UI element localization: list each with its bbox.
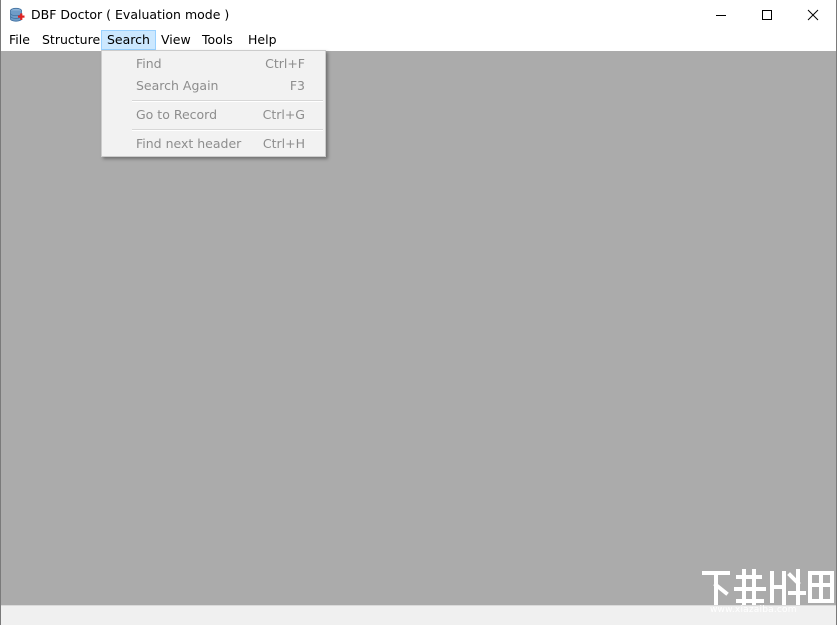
maximize-button[interactable] (744, 0, 790, 30)
menu-separator (132, 100, 323, 102)
menu-bar: File Structure Search View Tools Help (1, 30, 836, 50)
watermark-text: www.xiazaiba.com (710, 605, 797, 615)
xiazaiba-logo-icon (702, 569, 834, 605)
menu-view[interactable]: View (155, 30, 197, 50)
watermark: www.xiazaiba.com (698, 567, 837, 625)
menu-item-go-to-record[interactable]: Go to Record Ctrl+G (102, 104, 325, 126)
close-icon (807, 9, 819, 21)
menu-item-label: Find (136, 56, 162, 71)
menu-search[interactable]: Search (101, 30, 156, 50)
menu-structure[interactable]: Structure (36, 30, 106, 50)
minimize-icon (716, 15, 726, 16)
menu-item-label: Search Again (136, 78, 219, 93)
database-icon[interactable] (9, 7, 25, 23)
menu-help[interactable]: Help (242, 30, 283, 50)
menu-item-shortcut: Ctrl+G (262, 107, 305, 122)
menu-item-shortcut: Ctrl+H (262, 136, 305, 151)
menu-item-shortcut: F3 (289, 78, 305, 93)
maximize-icon (762, 10, 772, 20)
menu-item-find-next-header[interactable]: Find next header Ctrl+H (102, 133, 325, 155)
menu-tools[interactable]: Tools (196, 30, 239, 50)
title-bar[interactable]: DBF Doctor ( Evaluation mode ) (1, 0, 836, 30)
menu-item-search-again[interactable]: Search Again F3 (102, 75, 325, 97)
menu-item-label: Go to Record (136, 107, 218, 122)
menu-file[interactable]: File (3, 30, 36, 50)
minimize-button[interactable] (698, 0, 744, 30)
menu-separator (132, 129, 323, 131)
menu-item-label: Find next header (136, 136, 242, 151)
close-button[interactable] (790, 0, 836, 30)
window-title: DBF Doctor ( Evaluation mode ) (31, 7, 230, 22)
app-window: DBF Doctor ( Evaluation mode ) File Stru… (0, 0, 837, 625)
menu-item-shortcut: Ctrl+F (265, 56, 305, 71)
menu-item-find[interactable]: Find Ctrl+F (102, 53, 325, 75)
search-menu-dropdown: Find Ctrl+F Search Again F3 Go to Record… (101, 50, 326, 157)
